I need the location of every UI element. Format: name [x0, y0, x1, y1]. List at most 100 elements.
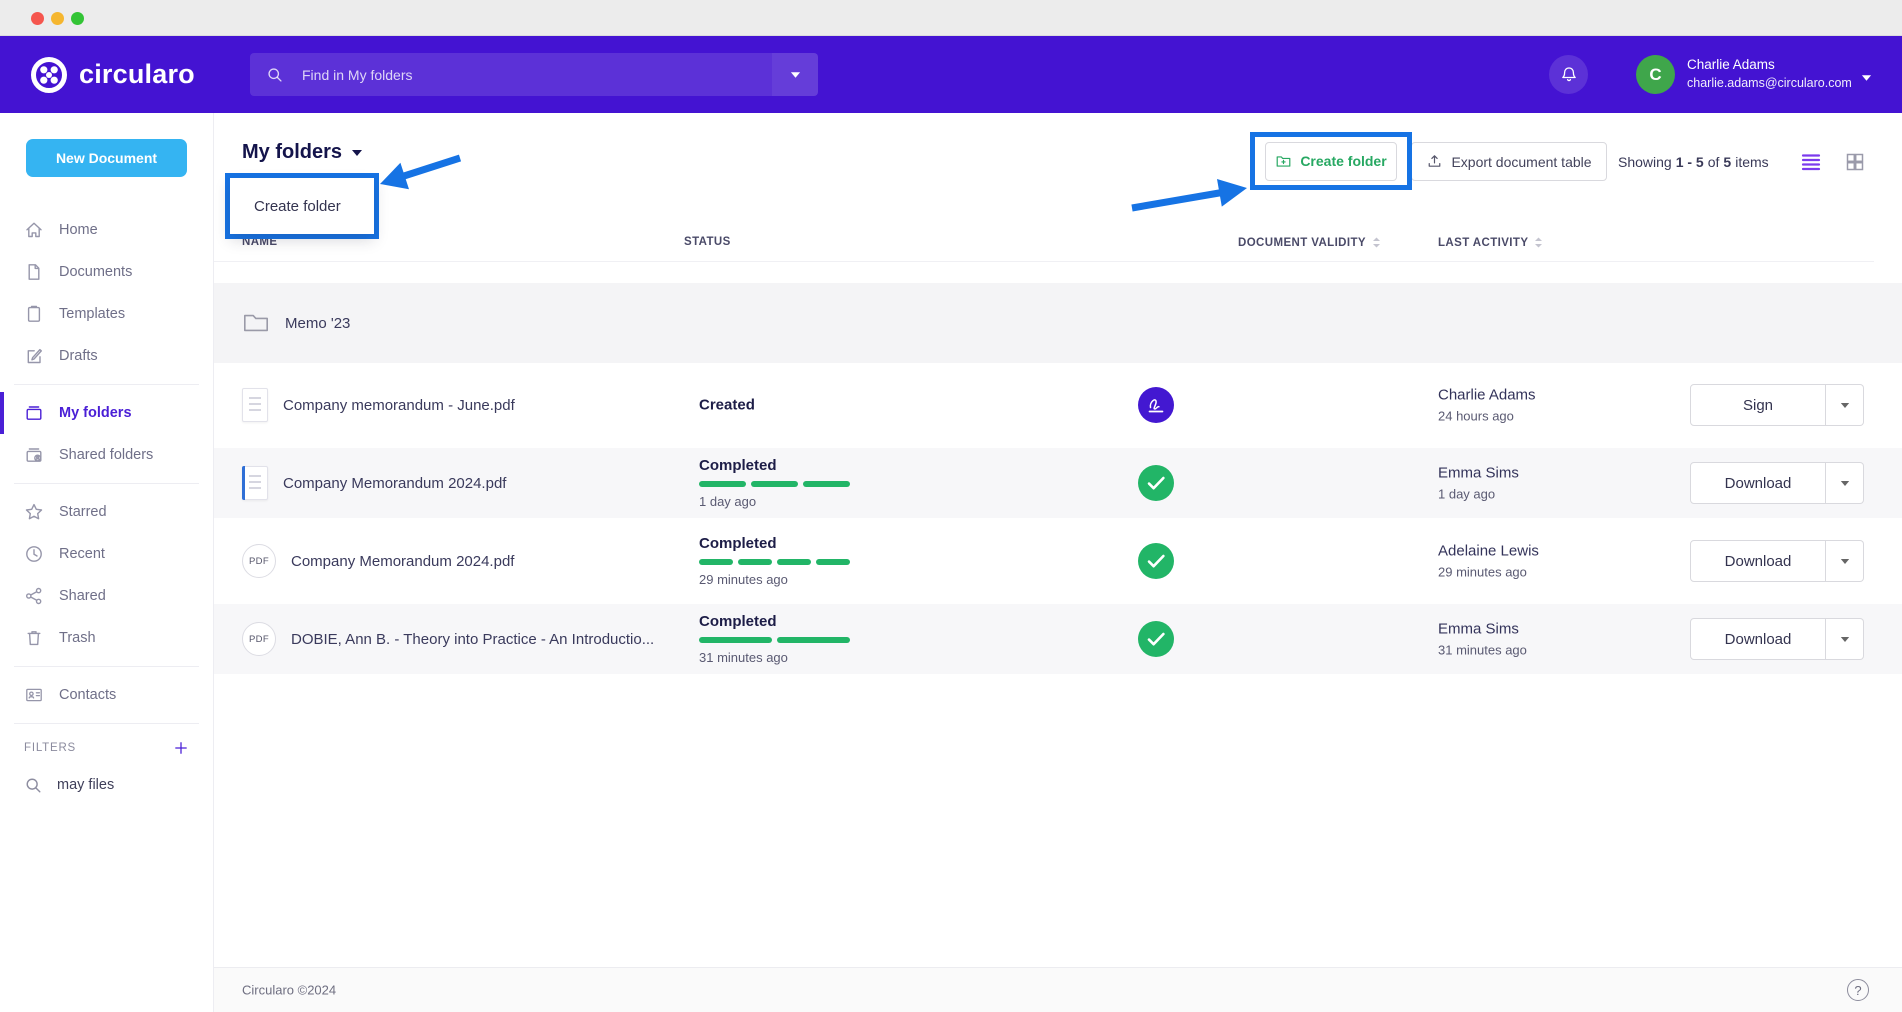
- status-label: Created: [699, 397, 850, 414]
- document-row[interactable]: Company Memorandum 2024.pdf Completed 1 …: [214, 448, 1902, 518]
- document-row[interactable]: PDF DOBIE, Ann B. - Theory into Practice…: [214, 604, 1902, 674]
- user-name: Charlie Adams: [1687, 57, 1852, 72]
- document-icon: [242, 388, 268, 422]
- chevron-down-icon: [790, 71, 801, 79]
- menu-item-create-folder[interactable]: Create folder: [230, 198, 341, 215]
- create-folder-button[interactable]: Create folder: [1265, 142, 1397, 181]
- folder-plus-icon: [1275, 153, 1292, 170]
- notifications-button[interactable]: [1549, 55, 1588, 94]
- chevron-down-icon: [1861, 74, 1872, 82]
- sort-icon[interactable]: [1534, 236, 1543, 249]
- download-button[interactable]: Download: [1690, 618, 1826, 660]
- user-menu-caret[interactable]: [1861, 69, 1872, 87]
- saved-search-label: may files: [57, 777, 114, 793]
- grid-view-toggle[interactable]: [1844, 151, 1866, 173]
- export-icon: [1426, 153, 1443, 170]
- signature-badge-icon: [1138, 387, 1174, 423]
- user-email: charlie.adams@circularo.com: [1687, 76, 1852, 90]
- list-view-toggle[interactable]: [1800, 151, 1822, 173]
- create-folder-highlight-box: Create folder: [1250, 132, 1412, 190]
- filters-label: FILTERS: [24, 742, 76, 754]
- sidebar-item-templates[interactable]: Templates: [0, 293, 213, 335]
- activity-user: Charlie Adams: [1438, 387, 1536, 404]
- column-header-document-validity[interactable]: DOCUMENT VALIDITY: [1238, 236, 1381, 249]
- create-folder-label: Create folder: [1300, 153, 1386, 169]
- starred-icon: [24, 502, 44, 522]
- sidebar-item-my-folders[interactable]: My folders: [0, 392, 213, 434]
- search-icon: [24, 776, 43, 795]
- export-label: Export document table: [1451, 154, 1591, 170]
- shared-icon: [24, 586, 44, 606]
- dropdown-highlight-box: Create folder: [225, 173, 379, 239]
- user-avatar[interactable]: C: [1636, 55, 1675, 94]
- folder-row[interactable]: Memo '23: [214, 283, 1902, 363]
- search-scope-dropdown[interactable]: [772, 53, 818, 96]
- export-document-table-button[interactable]: Export document table: [1411, 142, 1607, 181]
- activity-time: 1 day ago: [1438, 487, 1519, 502]
- trash-icon: [24, 628, 44, 648]
- sidebar-item-shared[interactable]: Shared: [0, 575, 213, 617]
- chevron-down-icon: [1840, 636, 1850, 643]
- saved-search-item[interactable]: may files: [0, 765, 213, 805]
- list-view-icon: [1800, 151, 1822, 173]
- sidebar-divider: [14, 384, 199, 385]
- validity-cell: [1138, 621, 1174, 657]
- drafts-icon: [24, 346, 44, 366]
- sidebar-item-drafts[interactable]: Drafts: [0, 335, 213, 377]
- row-action-caret[interactable]: [1826, 462, 1864, 504]
- document-name: DOBIE, Ann B. - Theory into Practice - A…: [291, 631, 654, 648]
- download-button[interactable]: Download: [1690, 462, 1826, 504]
- title-dropdown-menu: Create folder: [230, 178, 374, 234]
- status-label: Completed: [699, 457, 850, 474]
- status-cell: Completed 31 minutes ago: [699, 613, 850, 665]
- status-time: 1 day ago: [699, 494, 850, 509]
- status-cell: Completed 29 minutes ago: [699, 535, 850, 587]
- status-cell: Created: [699, 397, 850, 414]
- download-button[interactable]: Download: [1690, 540, 1826, 582]
- sidebar-divider: [14, 666, 199, 667]
- check-badge-icon: [1138, 465, 1174, 501]
- user-menu[interactable]: Charlie Adams charlie.adams@circularo.co…: [1687, 57, 1852, 90]
- status-label: Completed: [699, 535, 850, 552]
- sidebar-item-starred[interactable]: Starred: [0, 491, 213, 533]
- app-header: circularo C Charlie Adams charlie.adams@…: [0, 36, 1902, 113]
- status-label: Completed: [699, 613, 850, 630]
- validity-cell: [1138, 543, 1174, 579]
- sidebar-item-home[interactable]: Home: [0, 209, 213, 251]
- sidebar-item-trash[interactable]: Trash: [0, 617, 213, 659]
- brand-logo[interactable]: circularo: [30, 36, 195, 113]
- window-titlebar: [0, 0, 1902, 36]
- minimize-window-button[interactable]: [51, 12, 64, 25]
- sort-icon[interactable]: [1372, 236, 1381, 249]
- sidebar-item-contacts[interactable]: Contacts: [0, 674, 213, 716]
- search-icon: [266, 66, 284, 84]
- help-button[interactable]: ?: [1847, 979, 1869, 1001]
- table-header-row: NAMESTATUSDOCUMENT VALIDITYLAST ACTIVITY: [214, 230, 1874, 262]
- sidebar-item-shared-folders[interactable]: Shared folders: [0, 434, 213, 476]
- row-action-caret[interactable]: [1826, 618, 1864, 660]
- new-document-button[interactable]: New Document: [26, 139, 187, 177]
- row-action-caret[interactable]: [1826, 384, 1864, 426]
- row-action-caret[interactable]: [1826, 540, 1864, 582]
- add-filter-button[interactable]: [173, 740, 189, 756]
- column-header-last-activity[interactable]: LAST ACTIVITY: [1438, 236, 1543, 249]
- sidebar-item-recent[interactable]: Recent: [0, 533, 213, 575]
- pdf-badge-icon: PDF: [242, 544, 276, 578]
- validity-cell: [1138, 387, 1174, 423]
- close-window-button[interactable]: [31, 12, 44, 25]
- document-row[interactable]: PDF Company Memorandum 2024.pdf Complete…: [214, 526, 1902, 596]
- question-mark-icon: ?: [1854, 983, 1861, 998]
- search-input[interactable]: [302, 67, 722, 83]
- column-header-status: STATUS: [684, 236, 731, 248]
- sign-button[interactable]: Sign: [1690, 384, 1826, 426]
- page-title: My folders: [242, 141, 342, 164]
- document-row[interactable]: Company memorandum - June.pdf Created Ch…: [214, 370, 1902, 440]
- activity-user: Emma Sims: [1438, 621, 1527, 638]
- folder-scope-dropdown[interactable]: My folders: [242, 141, 363, 164]
- progress-bar: [699, 559, 850, 565]
- footer: Circularo ©2024 ?: [214, 967, 1902, 1012]
- maximize-window-button[interactable]: [71, 12, 84, 25]
- sidebar-item-documents[interactable]: Documents: [0, 251, 213, 293]
- filters-section: FILTERS: [0, 731, 213, 765]
- document-icon: [242, 466, 268, 500]
